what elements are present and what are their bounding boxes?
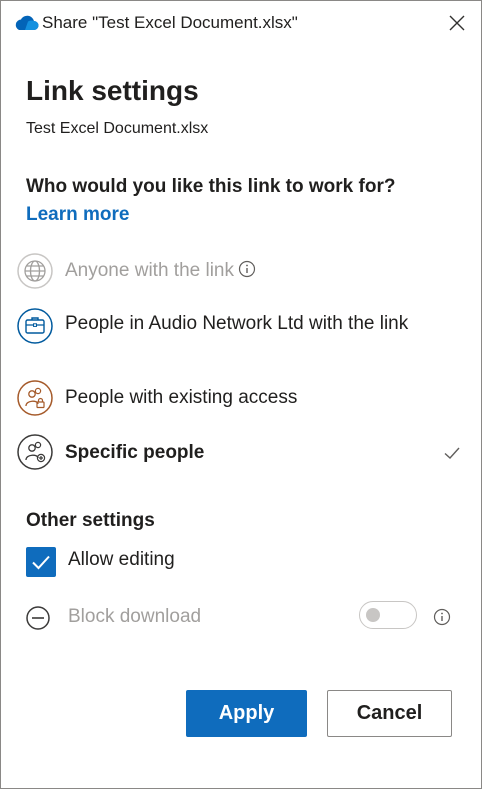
people-lock-icon: [17, 380, 53, 416]
file-name: Test Excel Document.xlsx: [26, 120, 209, 137]
globe-icon: [17, 253, 53, 289]
people-add-icon: [17, 434, 53, 470]
option-specific-people-label: Specific people: [65, 442, 205, 463]
block-download-row: Block download: [23, 601, 463, 635]
option-existing-access[interactable]: People with existing access: [15, 379, 467, 419]
window-title: Share "Test Excel Document.xlsx": [42, 13, 298, 32]
option-anyone-label: Anyone with the link: [65, 258, 256, 284]
apply-button[interactable]: Apply: [186, 690, 307, 737]
toggle-knob: [366, 608, 380, 622]
option-anyone[interactable]: Anyone with the link: [15, 253, 467, 293]
close-button[interactable]: [441, 7, 473, 39]
option-organization[interactable]: People in Audio Network Ltd with the lin…: [15, 306, 467, 368]
option-specific-people[interactable]: Specific people: [15, 434, 467, 474]
share-dialog: Share "Test Excel Document.xlsx" Link se…: [0, 0, 482, 789]
briefcase-icon: [17, 308, 53, 344]
allow-editing-label: Allow editing: [68, 549, 175, 570]
info-icon[interactable]: [433, 608, 451, 626]
block-download-label: Block download: [68, 606, 202, 627]
info-icon[interactable]: [238, 260, 256, 278]
title-bar: Share "Test Excel Document.xlsx": [1, 1, 481, 45]
learn-more-link[interactable]: Learn more: [26, 204, 129, 226]
checkbox-check-icon: [32, 555, 50, 570]
audience-question: Who would you like this link to work for…: [26, 176, 396, 197]
option-anyone-text: Anyone with the link: [65, 260, 234, 281]
checkmark-icon: [444, 447, 460, 459]
option-organization-label: People in Audio Network Ltd with the lin…: [65, 313, 409, 334]
close-icon: [449, 15, 465, 31]
cancel-button[interactable]: Cancel: [327, 690, 452, 737]
block-download-toggle[interactable]: [359, 601, 417, 629]
other-settings-heading: Other settings: [26, 510, 155, 531]
block-icon: [26, 606, 50, 630]
option-existing-access-label: People with existing access: [65, 387, 298, 408]
onedrive-cloud-icon: [15, 15, 39, 30]
allow-editing-row[interactable]: Allow editing: [25, 545, 325, 579]
page-title: Link settings: [26, 75, 199, 106]
allow-editing-checkbox[interactable]: [26, 547, 56, 577]
